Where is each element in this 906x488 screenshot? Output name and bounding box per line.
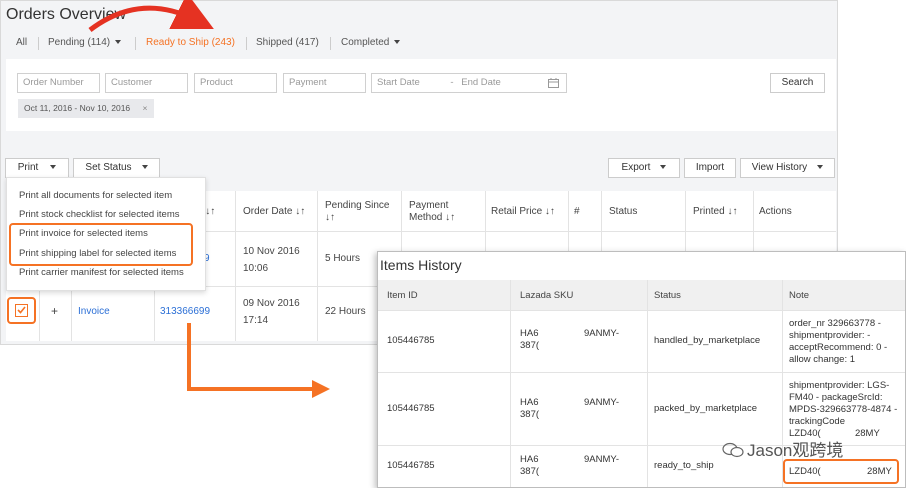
annotation-overlay [88,0,330,398]
orange-arrowhead-icon [312,380,330,398]
watermark: Jason观跨境 [722,436,843,461]
orange-connector-arrow-icon [187,323,312,391]
wechat-icon [722,442,744,458]
red-curved-arrow-icon [88,0,214,32]
